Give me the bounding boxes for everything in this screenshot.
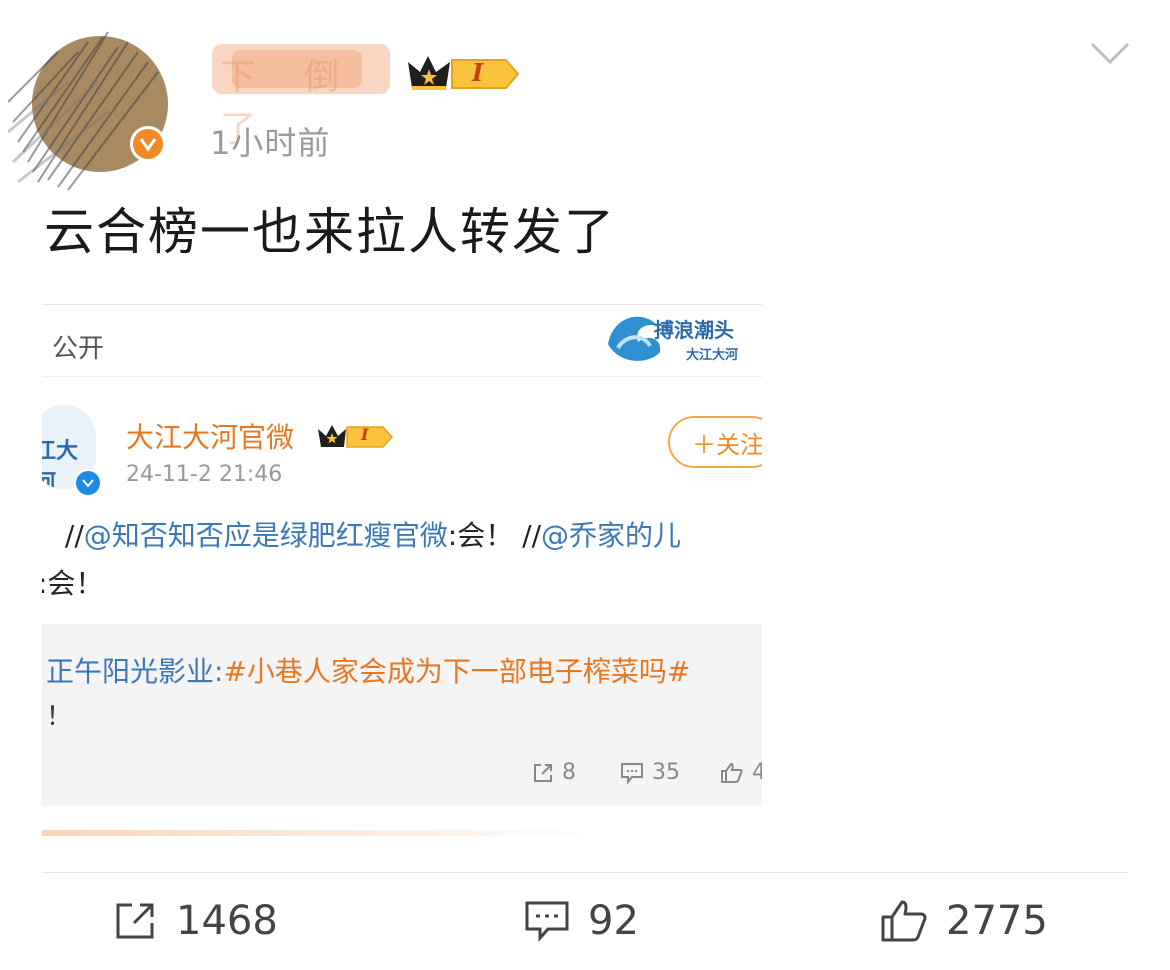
repost-chain-cont: :会！	[42, 567, 104, 600]
visibility-label: 公开	[52, 334, 105, 364]
crown-icon: I	[406, 52, 522, 100]
quoted-post[interactable]: 正午阳光影业:#小巷人家会成为下一部电子榨菜吗# ！ 8 35 4	[42, 624, 762, 806]
topic-link[interactable]: #小巷人家会成为下一部电子榨菜吗#	[223, 655, 690, 688]
share-icon	[116, 903, 154, 939]
quoted-post-text: 正午阳光影业:#小巷人家会成为下一部电子榨菜吗#	[46, 655, 691, 688]
mention-link[interactable]: @知否知否应是绿肥红瘦官微	[84, 519, 448, 552]
quoted-comment-button[interactable]: 35	[620, 760, 680, 785]
quoted-repost-button[interactable]: 8	[532, 760, 576, 785]
mention-link[interactable]: @乔家的儿	[541, 519, 681, 552]
blurred-content	[42, 830, 602, 836]
crown-icon: I	[317, 422, 395, 456]
like-icon	[881, 900, 927, 942]
quoted-author-link[interactable]: 正午阳光影业	[46, 655, 214, 688]
repost-button[interactable]: 1468	[114, 898, 278, 944]
comment-icon	[525, 901, 569, 942]
embedded-screenshot[interactable]: 公开 搏浪潮头 大江大河 江大河 大江大河官微 I 24-11-2 21:46 …	[42, 292, 762, 837]
verified-icon	[130, 126, 166, 162]
post-text: 云合榜一也来拉人转发了	[44, 203, 616, 261]
post-time: 1小时前	[210, 124, 331, 162]
comment-button[interactable]: 92	[524, 898, 639, 944]
username[interactable]: 下 倒 了	[212, 40, 390, 150]
divider	[42, 376, 762, 377]
wave-banner: 搏浪潮头 大江大河	[604, 304, 754, 372]
share-icon	[534, 763, 552, 782]
verified-icon	[74, 469, 102, 497]
chevron-down-icon[interactable]	[1090, 40, 1130, 70]
author-name[interactable]: 大江大河官微	[126, 416, 294, 456]
follow-button[interactable]: ＋关注	[668, 416, 762, 468]
repost-chain: ！ //@知否知否应是绿肥红瘦官微:会！ //@乔家的儿	[42, 519, 682, 552]
author-post-time: 24-11-2 21:46	[126, 462, 283, 487]
like-button[interactable]: 2775	[880, 898, 1048, 944]
divider	[42, 872, 1128, 873]
user-avatar[interactable]	[7, 22, 178, 192]
like-icon	[721, 762, 743, 783]
quoted-post-tail: ！	[46, 702, 73, 732]
comment-icon	[621, 762, 643, 784]
quoted-like-button[interactable]: 4	[720, 760, 762, 785]
